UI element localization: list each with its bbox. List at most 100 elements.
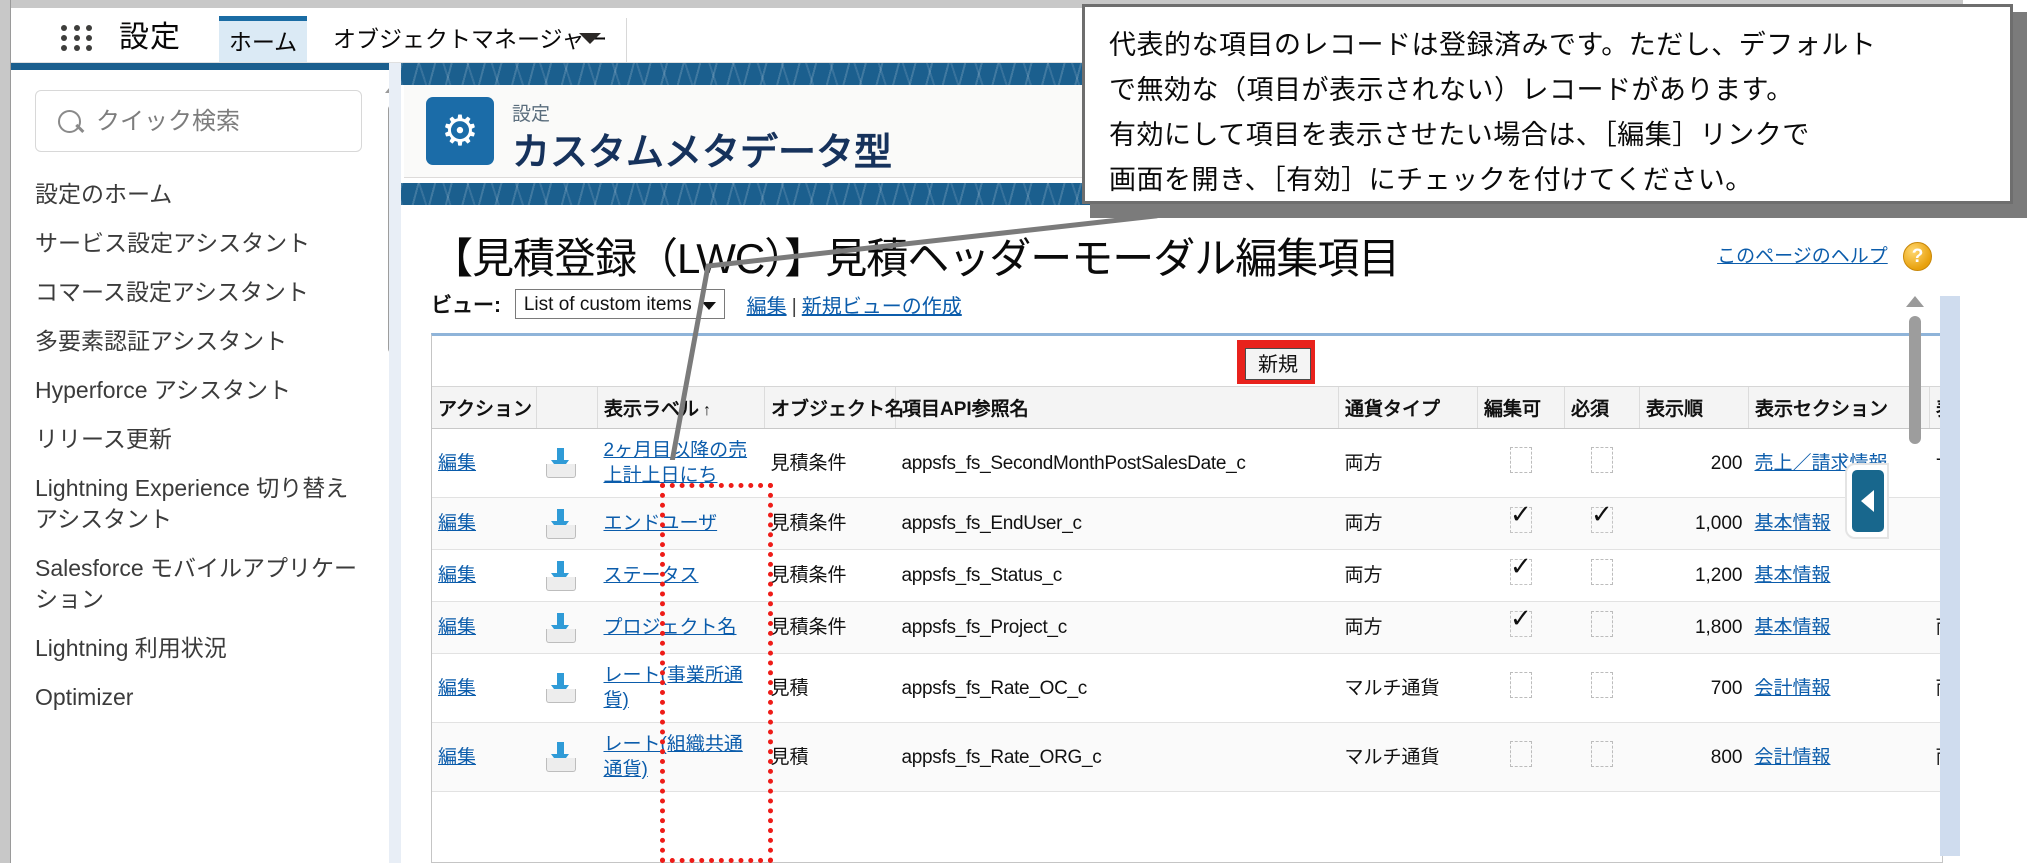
table-row[interactable]: 編集 エンドユーザ 見積条件 appsfs_fs_EndUser_c 両方 1,… (432, 497, 1942, 550)
view-select[interactable]: List of custom items (514, 289, 725, 319)
sidebar-item-commerce-assistant[interactable]: コマース設定アシスタント (11, 268, 363, 317)
col-currency-type[interactable]: 通貨タイプ (1338, 387, 1478, 429)
row-object: 見積 (764, 653, 896, 723)
content-area: 【見積登録（LWC）】見積ヘッダーモーダル編集項目 このページのヘルプ ? ビュ… (404, 205, 2002, 863)
row-label-link[interactable]: レート(組織共通通貨) (604, 734, 743, 780)
sidebar-item-mfa-assistant[interactable]: 多要素認証アシスタント (11, 317, 363, 366)
row-section-link[interactable]: 基本情報 (1755, 565, 1831, 586)
chevron-down-icon[interactable] (579, 33, 601, 44)
callout-line-1: 代表的な項目のレコードは登録済みです。ただし、デフォルト (1109, 30, 1877, 60)
row-edit-link[interactable]: 編集 (438, 565, 476, 586)
table-row[interactable]: 編集 ステータス 見積条件 appsfs_fs_Status_c 両方 1,20… (432, 549, 1942, 602)
row-label-link[interactable]: プロジェクト名 (604, 617, 737, 638)
question-mark-icon[interactable]: ? (1903, 242, 1932, 272)
row-api-name: appsfs_fs_EndUser_c (895, 497, 1339, 550)
row-section-link[interactable]: 基本情報 (1755, 513, 1831, 534)
download-to-tray-icon[interactable] (543, 508, 577, 539)
row-editable-checkbox (1510, 501, 1532, 533)
row-section-link[interactable]: 会計情報 (1755, 678, 1831, 699)
row-edit-link[interactable]: 編集 (438, 747, 476, 768)
col-label[interactable]: 表示ラベル ↑ (597, 387, 765, 429)
row-currency-type: 両方 (1338, 428, 1478, 498)
row-api-name: appsfs_fs_Project_c (895, 601, 1339, 654)
col-required[interactable]: 必須 (1564, 387, 1640, 429)
row-label-link[interactable]: エンドユーザ (604, 513, 718, 534)
sidebar-item-lex-assistant[interactable]: Lightning Experience 切り替えアシスタント (11, 464, 363, 544)
row-display-order: 200 (1639, 428, 1749, 498)
search-input[interactable] (94, 91, 358, 153)
sidebar-item-setup-home[interactable]: 設定のホーム (11, 170, 363, 219)
row-edit-link[interactable]: 編集 (438, 678, 476, 699)
row-label-link[interactable]: ステータス (604, 565, 699, 586)
view-label: ビュー: (431, 294, 501, 317)
view-create-link[interactable]: 新規ビューの作成 (802, 296, 962, 318)
row-edit-link[interactable]: 編集 (438, 513, 476, 534)
sidebar-nav-list: 設定のホーム サービス設定アシスタント コマース設定アシスタント 多要素認証アシ… (11, 170, 401, 722)
row-object: 見積条件 (764, 601, 896, 654)
row-editable-checkbox (1510, 446, 1532, 473)
new-button-highlight: 新規 (1237, 340, 1315, 384)
row-display-order: 1,800 (1639, 601, 1749, 654)
chevron-down-icon (701, 302, 716, 310)
row-api-name: appsfs_fs_Rate_OC_c (895, 653, 1339, 723)
col-api-name[interactable]: 項目API参照名 (895, 387, 1339, 429)
tab-home[interactable]: ホーム (219, 16, 307, 63)
row-required-checkbox (1591, 559, 1613, 585)
table-row[interactable]: 編集 2ヶ月目以降の売上計上日にち 見積条件 appsfs_fs_SecondM… (432, 428, 1942, 498)
page-right-edge (1940, 296, 1960, 856)
row-display-order: 1,200 (1639, 549, 1749, 602)
tab-divider (626, 18, 627, 63)
row-api-name: appsfs_fs_Status_c (895, 549, 1339, 602)
table-row[interactable]: 編集 レート(組織共通通貨) 見積 appsfs_fs_Rate_ORG_c マ… (432, 722, 1942, 792)
row-label-link[interactable]: 2ヶ月目以降の売上計上日にち (604, 440, 748, 486)
table-row[interactable]: 編集 プロジェクト名 見積条件 appsfs_fs_Project_c 両方 1… (432, 601, 1942, 654)
view-links-separator: | (791, 295, 797, 318)
row-editable-checkbox (1510, 605, 1532, 637)
sidebar-item-optimizer[interactable]: Optimizer (11, 673, 363, 722)
col-display-order[interactable]: 表示順 (1639, 387, 1749, 429)
row-display-order: 700 (1639, 653, 1749, 723)
col-icon (536, 387, 598, 429)
setup-window: 設定 ホーム オブジェクトマネージャー 設定のホーム サービス設定アシスタント … (0, 0, 2027, 863)
page-scrollbar[interactable] (1905, 296, 1925, 856)
sidebar-item-mobile-app[interactable]: Salesforce モバイルアプリケーション (11, 544, 363, 624)
row-section-link[interactable]: 基本情報 (1755, 617, 1831, 638)
sidebar-item-service-assistant[interactable]: サービス設定アシスタント (11, 219, 363, 268)
scrollbar-thumb[interactable] (1909, 316, 1921, 444)
help-link-wrap: このページのヘルプ ? (1717, 241, 1932, 272)
col-object[interactable]: オブジェクト名 (764, 387, 904, 429)
triangle-up-icon[interactable] (1906, 296, 1924, 307)
download-to-tray-icon[interactable] (543, 742, 577, 772)
sidebar-item-hyperforce[interactable]: Hyperforce アシスタント (11, 366, 363, 415)
download-to-tray-icon[interactable] (543, 448, 577, 478)
row-api-name: appsfs_fs_SecondMonthPostSalesDate_c (895, 428, 1339, 498)
new-button[interactable]: 新規 (1245, 348, 1311, 380)
download-to-tray-icon[interactable] (543, 560, 577, 591)
page-help-link[interactable]: このページのヘルプ (1717, 246, 1888, 267)
gear-icon: ⚙ (426, 97, 494, 165)
download-to-tray-icon[interactable] (543, 673, 577, 703)
sidebar-item-lightning-usage[interactable]: Lightning 利用状況 (11, 624, 363, 673)
row-currency-type: マルチ通貨 (1338, 653, 1478, 723)
search-icon (58, 110, 81, 133)
sidebar-item-release-updates[interactable]: リリース更新 (11, 415, 363, 464)
row-currency-type: 両方 (1338, 497, 1478, 550)
row-required-checkbox (1591, 740, 1613, 767)
col-action[interactable]: アクション (432, 387, 537, 429)
app-launcher-icon[interactable] (61, 25, 95, 51)
table-row[interactable]: 編集 レート(事業所通貨) 見積 appsfs_fs_Rate_OC_c マルチ… (432, 653, 1942, 723)
row-object: 見積条件 (764, 497, 896, 550)
row-section-link[interactable]: 会計情報 (1755, 747, 1831, 768)
row-label-link[interactable]: レート(事業所通貨) (604, 665, 743, 711)
view-edit-link[interactable]: 編集 (747, 296, 787, 318)
row-editable-checkbox (1510, 553, 1532, 585)
row-edit-link[interactable]: 編集 (438, 453, 476, 474)
col-display-section[interactable]: 表示セクション (1748, 387, 1930, 429)
view-links: 編集 | 新規ビューの作成 (747, 290, 962, 319)
row-edit-link[interactable]: 編集 (438, 617, 476, 638)
download-to-tray-icon[interactable] (543, 612, 577, 643)
collapse-panel-button[interactable] (1845, 463, 1889, 539)
quick-find-box[interactable] (35, 90, 362, 153)
callout-line-4: 画面を開き、［有効］にチェックを付けてください。 (1109, 165, 1753, 195)
col-editable[interactable]: 編集可 (1477, 387, 1565, 429)
